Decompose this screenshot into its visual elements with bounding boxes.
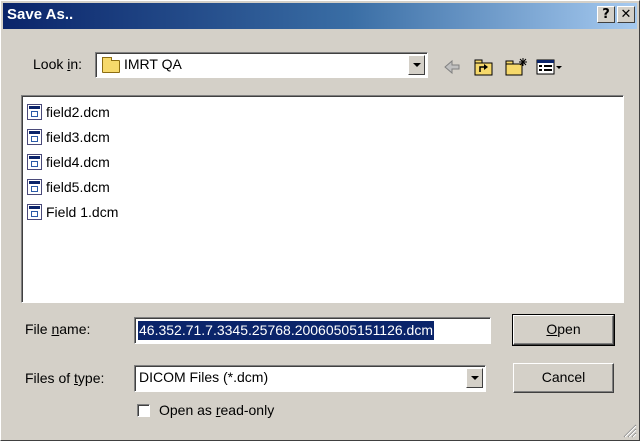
file-name-value: 46.352.71.7.3345.25768.20060505151126.dc…	[138, 321, 435, 340]
dicom-file-icon	[27, 104, 42, 120]
file-name-label: File name:	[25, 321, 91, 337]
look-in-dropdown[interactable]: IMRT QA	[95, 52, 428, 78]
up-folder-icon[interactable]	[473, 57, 495, 77]
help-button[interactable]: ?	[597, 6, 615, 23]
resize-grip[interactable]	[623, 424, 637, 438]
window-title: Save As..	[7, 6, 74, 23]
look-in-label: Look in:	[33, 56, 83, 72]
dicom-file-icon	[27, 129, 42, 145]
cancel-button[interactable]: Cancel	[513, 363, 614, 393]
folder-icon	[102, 57, 120, 73]
file-type-dropdown[interactable]: DICOM Files (*.dcm)	[134, 365, 486, 392]
read-only-label[interactable]: Open as read-only	[159, 402, 274, 418]
view-menu-icon[interactable]	[535, 57, 563, 77]
dicom-file-icon	[27, 204, 42, 220]
look-in-value: IMRT QA	[124, 56, 182, 72]
file-type-value: DICOM Files (*.dcm)	[139, 369, 269, 385]
dicom-file-icon	[27, 154, 42, 170]
file-type-dropdown-button[interactable]	[466, 368, 483, 388]
dicom-file-icon	[27, 179, 42, 195]
new-folder-icon[interactable]	[504, 57, 528, 77]
read-only-checkbox[interactable]	[137, 404, 150, 417]
file-name-input[interactable]: 46.352.71.7.3345.25768.20060505151126.dc…	[134, 317, 491, 344]
open-button[interactable]: Open	[512, 314, 615, 346]
look-in-dropdown-button[interactable]	[408, 55, 425, 75]
title-bar[interactable]: Save As.. ? ✕	[3, 3, 637, 29]
save-as-dialog: Save As.. ? ✕ Look in: IMRT QA field2.dc…	[0, 0, 640, 441]
back-arrow-icon[interactable]	[442, 57, 462, 77]
file-list[interactable]: field2.dcm field3.dcm field4.dcm field5.…	[21, 95, 624, 303]
close-button[interactable]: ✕	[617, 6, 635, 23]
file-type-label: Files of type:	[25, 370, 105, 386]
